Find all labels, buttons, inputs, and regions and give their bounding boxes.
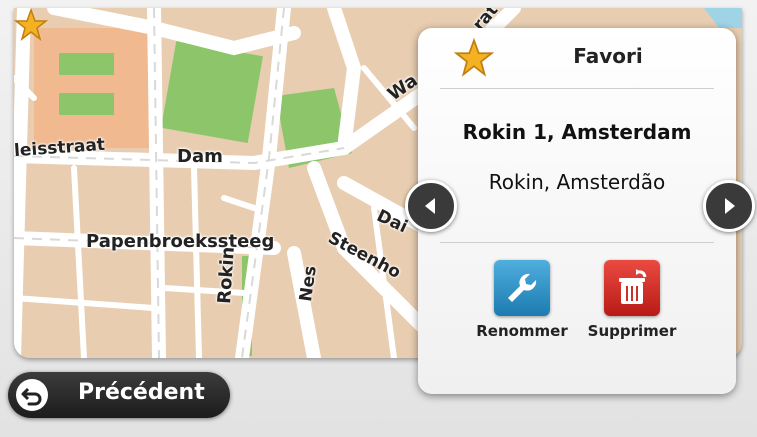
favorite-panel: Favori Rokin 1, Amsterdam Rokin, Amsterd… — [418, 28, 736, 394]
address-secondary: Rokin, Amsterdão — [488, 170, 666, 194]
divider — [440, 242, 714, 243]
rename-button[interactable]: Renommer — [472, 260, 572, 340]
previous-arrow-button[interactable] — [405, 180, 457, 232]
rename-tile[interactable] — [494, 260, 550, 316]
street-label: Rokin — [214, 245, 239, 305]
divider — [440, 88, 714, 89]
star-icon — [454, 38, 494, 77]
star-icon[interactable] — [14, 8, 48, 42]
chevron-right-icon — [725, 198, 735, 214]
wrench-icon — [508, 273, 537, 302]
address-primary: Rokin 1, Amsterdam — [462, 120, 692, 144]
back-arrow-icon — [21, 387, 42, 406]
trash-icon — [619, 269, 647, 304]
street-label: Papenbroekssteeg — [86, 231, 275, 252]
panel-title: Favori — [573, 44, 643, 68]
delete-button[interactable]: Supprimer — [582, 260, 682, 340]
street-label: Dam — [177, 146, 223, 167]
delete-tile[interactable] — [604, 260, 660, 316]
chevron-left-icon — [425, 198, 435, 214]
next-arrow-button[interactable] — [703, 180, 755, 232]
back-label: Précédent — [78, 380, 205, 405]
back-button[interactable]: Précédent — [8, 372, 230, 418]
rename-label: Renommer — [476, 322, 568, 340]
delete-label: Supprimer — [587, 322, 677, 340]
app-screen: leisstraat Dam Papenbroekssteeg Rokin Ne… — [0, 0, 757, 437]
back-icon-circle — [16, 379, 48, 411]
